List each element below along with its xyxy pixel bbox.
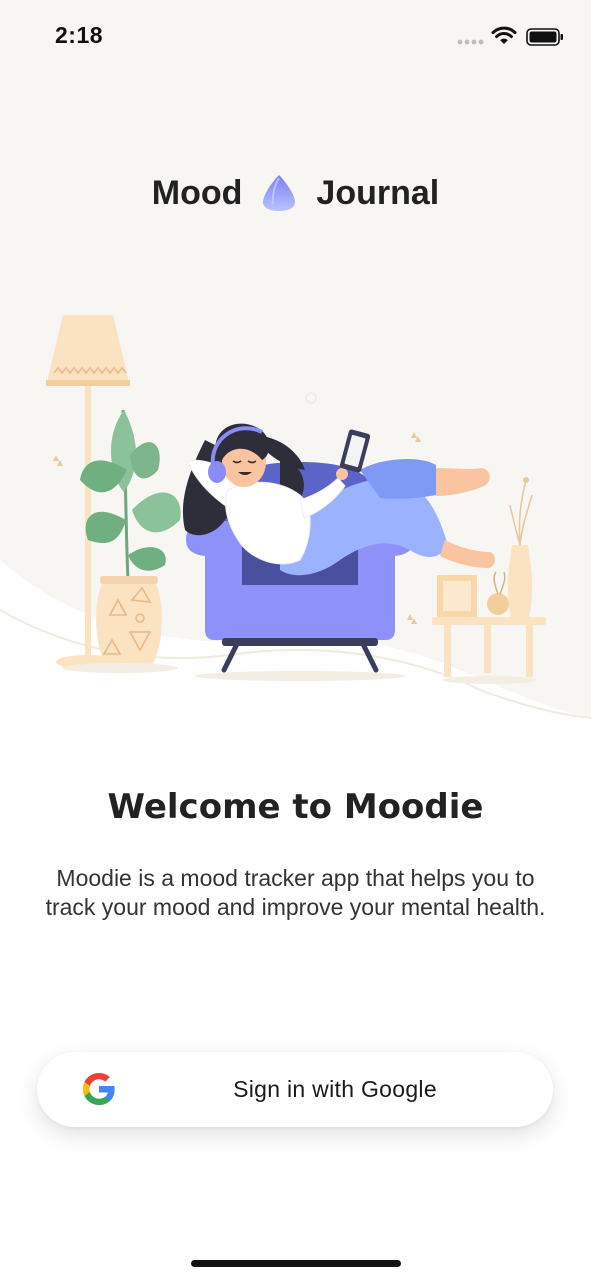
plant-illustration <box>62 409 181 673</box>
wifi-icon <box>491 26 517 44</box>
side-table-illustration <box>432 477 546 684</box>
sign-in-label: Sign in with Google <box>233 1076 437 1102</box>
status-bar: 2:18 <box>0 0 591 76</box>
welcome-description: Moodie is a mood tracker app that helps … <box>45 865 546 920</box>
status-time: 2:18 <box>55 22 104 48</box>
cellular-signal-icon <box>457 39 484 45</box>
app-title-right: Journal <box>316 173 440 212</box>
google-icon <box>83 1073 115 1105</box>
app-title-left: Mood <box>151 173 243 212</box>
droplet-logo-icon <box>263 175 296 211</box>
battery-icon <box>526 28 563 46</box>
home-indicator <box>191 1260 401 1267</box>
welcome-title: Welcome to Moodie <box>107 787 484 827</box>
woman-relaxing-on-armchair-illustration <box>46 315 546 684</box>
sign-in-with-google-button[interactable]: Sign in with Google <box>37 1052 553 1127</box>
app-title: Mood Journal <box>0 170 591 216</box>
